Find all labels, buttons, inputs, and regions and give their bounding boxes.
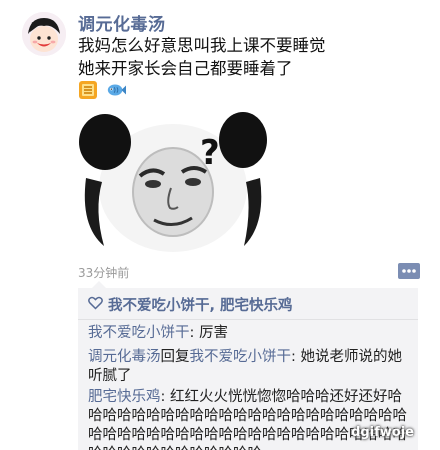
comment-author[interactable]: 调元化毒汤 <box>88 349 161 365</box>
post-author-name[interactable]: 调元化毒汤 <box>78 10 166 35</box>
comment-item[interactable]: 调元化毒汤回复我不爱吃小饼干: 她说老师说的她听腻了 <box>88 348 414 386</box>
fortune-slip-emoji-icon <box>78 80 98 100</box>
post-text-line: 她来开家长会自己都要睡着了 <box>78 59 293 78</box>
comment-separator: : <box>189 325 199 341</box>
post-image[interactable]: ? <box>78 106 268 256</box>
likes-row: 我不爱吃小饼干, 肥宅快乐鸡 <box>88 294 293 315</box>
watermark: dgifwoje <box>351 425 414 440</box>
comment-text: 厉害 <box>199 325 228 341</box>
post-timestamp: 33分钟前 <box>78 266 130 280</box>
heart-icon <box>88 296 103 314</box>
comment-separator: : <box>291 349 301 365</box>
post-text: 我妈怎么好意思叫我上课不要睡觉 她来开家长会自己都要睡着了 <box>78 34 418 80</box>
comment-options-button[interactable] <box>398 263 420 279</box>
comment-reply-target[interactable]: 我不爱吃小饼干 <box>190 349 292 365</box>
comment-item[interactable]: 肥宅快乐鸡: 红红火火恍恍惚惚哈哈哈还好还好哈哈哈哈哈哈哈哈哈哈哈哈哈哈哈哈哈哈… <box>88 388 414 450</box>
avatar[interactable] <box>22 12 66 56</box>
comment-item[interactable]: 我不爱吃小饼干: 厉害 <box>88 324 414 343</box>
emoji-row <box>78 80 126 100</box>
likes-names[interactable]: 我不爱吃小饼干, 肥宅快乐鸡 <box>108 294 293 315</box>
divider <box>78 319 418 320</box>
fish-emoji-icon <box>106 80 126 100</box>
comment-separator: : <box>160 389 170 405</box>
comment-reply-word: 回复 <box>160 349 190 365</box>
post-text-line: 我妈怎么好意思叫我上课不要睡觉 <box>78 36 326 55</box>
comment-author[interactable]: 肥宅快乐鸡 <box>88 389 161 405</box>
comment-author[interactable]: 我不爱吃小饼干 <box>88 325 190 341</box>
svg-text:?: ? <box>200 133 220 173</box>
